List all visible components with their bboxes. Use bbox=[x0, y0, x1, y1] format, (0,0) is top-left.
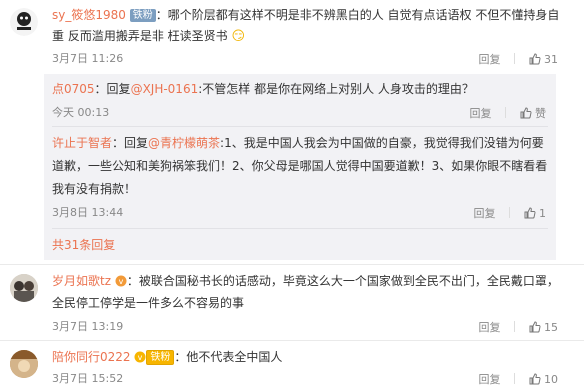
like-button[interactable]: 10 bbox=[529, 373, 558, 386]
thumbs-up-icon bbox=[520, 107, 532, 119]
comment-text-line2: 重 反而滥用搬弄是非 枉读圣贤书 😏 bbox=[52, 29, 246, 44]
fan-badge: 铁粉 bbox=[146, 350, 175, 365]
like-button[interactable]: 赞 bbox=[520, 107, 546, 120]
divider bbox=[509, 207, 510, 218]
divider bbox=[52, 126, 548, 127]
comment-text-line2: 全民停工停学是一件多么不容易的事 bbox=[52, 296, 245, 310]
sub-reply-time: 今天 00:13 bbox=[52, 106, 110, 119]
more-replies-link[interactable]: 共31条回复 bbox=[52, 236, 115, 254]
avatar[interactable] bbox=[10, 274, 38, 302]
thumbs-up-icon bbox=[529, 53, 541, 65]
comment-time: 3月7日 11:26 bbox=[52, 52, 124, 65]
avatar[interactable] bbox=[10, 350, 38, 378]
username[interactable]: sy_筱悠1980 bbox=[52, 8, 126, 22]
sub-reply-text-line3: 我有没有捐款！ bbox=[52, 182, 137, 196]
username[interactable]: 点0705 bbox=[52, 82, 95, 96]
sub-reply-text: 许止于智者：回复@青柠檬萌茶:1、我是中国人我会为中国做的自豪，我觉得我们没错为… bbox=[52, 136, 544, 150]
comment-text: sy_筱悠1980 铁粉 ：哪个阶层都有这样不明是非不辨黑白的人 自觉有点话语权 … bbox=[52, 8, 560, 22]
comment-time: 3月7日 13:19 bbox=[52, 320, 124, 333]
comment-actions: 回复 31 bbox=[479, 51, 558, 67]
like-button[interactable]: 31 bbox=[529, 53, 558, 66]
like-count: 31 bbox=[544, 53, 558, 66]
svg-text:v: v bbox=[118, 277, 123, 286]
reply-button[interactable]: 回复 bbox=[479, 371, 501, 387]
sub-reply-text: 点0705：回复@XJH-0161:不管怎样 都是你在网络上对别人 人身攻击的理… bbox=[52, 82, 474, 96]
divider bbox=[52, 228, 548, 229]
sub-reply-text-line2: 道歉，一些公知和美狗祸笨我们！2、你父母是哪国人觉得中国要道歉！3、如果你眼不瞎… bbox=[52, 159, 548, 173]
sub-reply-actions: 回复 赞 bbox=[470, 105, 546, 121]
reply-button[interactable]: 回复 bbox=[479, 319, 501, 335]
like-count: 15 bbox=[544, 321, 558, 334]
username[interactable]: 岁月如歌tz bbox=[52, 274, 111, 288]
thumbs-up-icon bbox=[529, 321, 541, 333]
fan-badge: 铁粉 bbox=[129, 9, 156, 22]
sub-replies: 点0705：回复@XJH-0161:不管怎样 都是你在网络上对别人 人身攻击的理… bbox=[44, 74, 556, 260]
divider bbox=[514, 53, 515, 64]
thumbs-up-icon bbox=[524, 207, 536, 219]
sub-reply-actions: 回复 1 bbox=[474, 205, 546, 221]
reply-button[interactable]: 回复 bbox=[474, 207, 496, 220]
divider bbox=[505, 107, 506, 118]
divider bbox=[0, 264, 584, 265]
comment-actions: 回复 10 bbox=[479, 371, 558, 387]
smirk-emoji-icon: 😏 bbox=[231, 29, 246, 44]
like-button[interactable]: 15 bbox=[529, 321, 558, 334]
svg-text:v: v bbox=[138, 353, 143, 362]
comment-actions: 回复 15 bbox=[479, 319, 558, 335]
avatar[interactable] bbox=[10, 8, 38, 36]
sub-reply-time: 3月8日 13:44 bbox=[52, 206, 124, 219]
divider bbox=[0, 340, 584, 341]
like-count: 10 bbox=[544, 373, 558, 386]
divider bbox=[514, 373, 515, 384]
vip-icon: v bbox=[115, 275, 127, 287]
reply-button[interactable]: 回复 bbox=[479, 51, 501, 67]
reply-button[interactable]: 回复 bbox=[470, 107, 492, 120]
comment-time: 3月7日 15:52 bbox=[52, 372, 124, 385]
username[interactable]: 许止于智者 bbox=[52, 136, 112, 150]
comment-text: 陪你同行0222 v 铁粉 ：他不代表全中国人 bbox=[52, 350, 283, 365]
mention-link[interactable]: @青柠檬萌茶 bbox=[148, 136, 220, 150]
vip-icon: v bbox=[134, 351, 146, 363]
comment-text: 岁月如歌tz v ：被联合国秘书长的话感动，毕竟这么大一个国家做到全民不出门，全民… bbox=[52, 274, 559, 288]
divider bbox=[514, 321, 515, 332]
like-button[interactable]: 1 bbox=[524, 207, 546, 220]
username[interactable]: 陪你同行0222 bbox=[52, 350, 131, 364]
mention-link[interactable]: @XJH-0161 bbox=[131, 82, 199, 96]
thumbs-up-icon bbox=[529, 373, 541, 385]
